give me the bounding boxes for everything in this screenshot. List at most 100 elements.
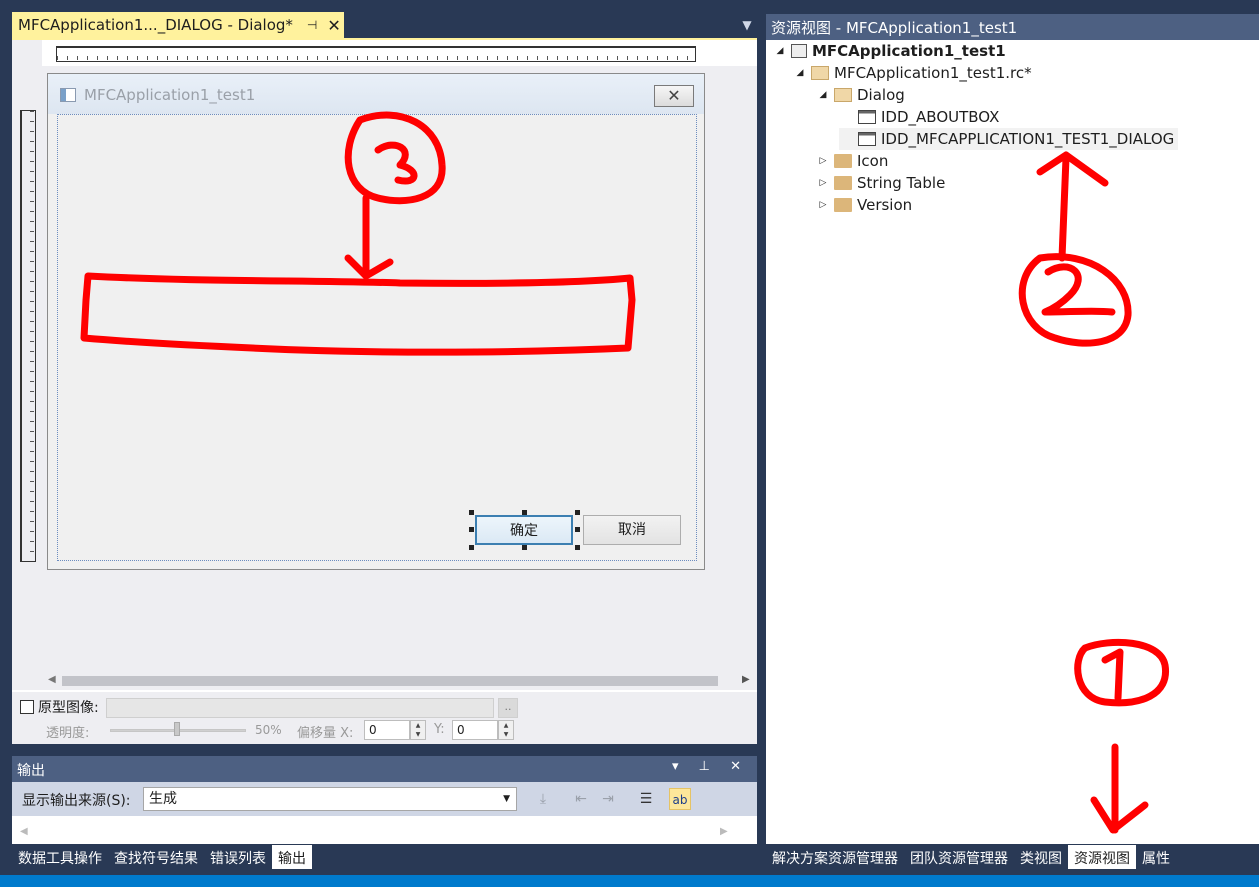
tree-item-main-dialog[interactable]: IDD_MFCAPPLICATION1_TEST1_DIALOG [839, 128, 1179, 150]
opacity-value: 50% [255, 723, 282, 737]
tree-item-icon-folder[interactable]: ▷ Icon [815, 150, 889, 172]
tree-item-string-table[interactable]: ▷ String Table [815, 172, 946, 194]
horizontal-scrollbar[interactable]: ◀ ▶ [42, 672, 757, 690]
bottom-tool-tabs: 数据工具操作 查找符号结果 错误列表 输出 [12, 845, 757, 869]
tree-item-label: MFCApplication1_test1 [812, 42, 1006, 60]
scrollbar-thumb[interactable] [62, 676, 718, 686]
output-toolbar: 显示输出来源(S): 生成 ▼ ⤓ ⇤ ⇥ ☰ ab [12, 782, 757, 816]
document-tab-dialog[interactable]: MFCApplication1..._DIALOG - Dialog* ⊣ ✕ [12, 12, 344, 38]
prototype-image-bar: 原型图像: .. 透明度: 50% 偏移量 X: 0 ▲ ▼ Y: 0 ▲ ▼ [12, 692, 757, 744]
pin-icon[interactable]: ⊣ [307, 18, 317, 32]
expanded-icon[interactable]: ◢ [792, 68, 808, 78]
cancel-button[interactable]: 取消 [583, 515, 681, 545]
tab-error-list[interactable]: 错误列表 [204, 845, 272, 869]
scroll-left-icon[interactable]: ◀ [20, 826, 28, 837]
tab-properties[interactable]: 属性 [1136, 845, 1176, 869]
tab-data-tools[interactable]: 数据工具操作 [12, 845, 108, 869]
chevron-down-icon[interactable]: ▼ [503, 788, 510, 810]
panel-window-icons[interactable]: ▾ ⊥ ✕ [672, 759, 749, 774]
prototype-image-path-input[interactable] [106, 698, 494, 718]
dialog-title-bar: MFCApplication1_test1 ✕ [48, 74, 704, 114]
word-wrap-icon[interactable]: ab [669, 788, 691, 810]
resource-view-tree: ◢ MFCApplication1_test1 ◢ MFCApplication… [766, 40, 1259, 844]
tab-output[interactable]: 输出 [272, 845, 312, 869]
offset-y-stepper[interactable]: ▲ ▼ [498, 720, 514, 740]
dialog-resource-icon [858, 132, 876, 146]
selection-handle[interactable] [522, 545, 527, 550]
status-bar [0, 875, 1259, 887]
clear-all-icon[interactable]: ☰ [635, 788, 657, 810]
tree-item-rc-file[interactable]: ◢ MFCApplication1_test1.rc* [792, 62, 1032, 84]
collapsed-icon[interactable]: ▷ [815, 156, 831, 166]
offset-y-label: Y: [434, 722, 445, 737]
opacity-label: 透明度: [46, 726, 90, 741]
tree-item-aboutbox[interactable]: IDD_ABOUTBOX [839, 106, 999, 128]
output-panel-title: 输出 [17, 763, 45, 779]
folder-icon [834, 154, 852, 168]
window-icon [60, 88, 76, 102]
selection-handle[interactable] [522, 510, 527, 515]
vertical-ruler [20, 110, 36, 562]
offset-y-input[interactable]: 0 [452, 720, 498, 740]
expanded-icon[interactable]: ◢ [815, 90, 831, 100]
prototype-image-checkbox[interactable] [20, 700, 34, 714]
output-panel: 显示输出来源(S): 生成 ▼ ⤓ ⇤ ⇥ ☰ ab ◀ ▶ [12, 782, 757, 844]
selection-handle[interactable] [469, 527, 474, 532]
project-icon [791, 44, 807, 58]
folder-open-icon [811, 66, 829, 80]
scroll-right-icon[interactable]: ▶ [720, 826, 728, 837]
selection-handle[interactable] [575, 545, 580, 550]
output-source-select[interactable]: 生成 ▼ [143, 787, 517, 811]
dialog-title: MFCApplication1_test1 [84, 86, 256, 104]
resource-view-header: 资源视图 - MFCApplication1_test1 [766, 14, 1259, 40]
tree-item-version[interactable]: ▷ Version [815, 194, 913, 216]
tree-item-project[interactable]: ◢ MFCApplication1_test1 [772, 40, 1006, 62]
scroll-left-icon[interactable]: ◀ [48, 674, 56, 685]
tree-item-label: IDD_MFCAPPLICATION1_TEST1_DIALOG [881, 130, 1175, 148]
next-message-icon[interactable]: ⇥ [597, 788, 619, 810]
tab-team-explorer[interactable]: 团队资源管理器 [904, 845, 1014, 869]
tree-item-label: IDD_ABOUTBOX [881, 108, 1000, 126]
output-source-value: 生成 [149, 791, 177, 807]
close-icon[interactable]: ✕ [327, 16, 340, 35]
dialog-preview[interactable]: MFCApplication1_test1 ✕ 确定 取消 [47, 73, 705, 570]
tree-item-dialog-folder[interactable]: ◢ Dialog [815, 84, 905, 106]
right-panel-tabs: 解决方案资源管理器 团队资源管理器 类视图 资源视图 属性 [766, 845, 1259, 869]
tab-find-symbol-results[interactable]: 查找符号结果 [108, 845, 204, 869]
prototype-image-label: 原型图像: [38, 700, 99, 716]
output-source-label: 显示输出来源(S): [22, 793, 131, 809]
offset-x-label: 偏移量 X: [297, 726, 354, 741]
expanded-icon[interactable]: ◢ [772, 46, 788, 56]
collapsed-icon[interactable]: ▷ [815, 200, 831, 210]
dialog-resource-icon [858, 110, 876, 124]
goto-line-icon[interactable]: ⤓ [532, 788, 554, 810]
tree-item-label: Version [857, 196, 913, 214]
tab-class-view[interactable]: 类视图 [1014, 845, 1068, 869]
output-horizontal-scrollbar[interactable]: ◀ ▶ [12, 822, 757, 842]
tree-item-label: Icon [857, 152, 889, 170]
previous-message-icon[interactable]: ⇤ [570, 788, 592, 810]
folder-icon [834, 198, 852, 212]
browse-button[interactable]: .. [498, 698, 518, 718]
tab-resource-view[interactable]: 资源视图 [1068, 845, 1136, 869]
scroll-right-icon[interactable]: ▶ [742, 674, 750, 685]
opacity-slider-thumb[interactable] [174, 722, 180, 736]
collapsed-icon[interactable]: ▷ [815, 178, 831, 188]
ok-button[interactable]: 确定 [475, 515, 573, 545]
selection-handle[interactable] [469, 545, 474, 550]
selection-handle[interactable] [575, 510, 580, 515]
tree-item-label: String Table [857, 174, 946, 192]
folder-icon [834, 176, 852, 190]
chevron-down-icon[interactable]: ▼ [740, 18, 754, 32]
selection-handle[interactable] [469, 510, 474, 515]
offset-x-stepper[interactable]: ▲ ▼ [410, 720, 426, 740]
tab-solution-explorer[interactable]: 解决方案资源管理器 [766, 845, 904, 869]
offset-x-input[interactable]: 0 [364, 720, 410, 740]
dialog-client-area[interactable] [57, 114, 697, 561]
dialog-close-button[interactable]: ✕ [654, 85, 694, 107]
horizontal-ruler [56, 46, 696, 62]
document-tab-title: MFCApplication1..._DIALOG - Dialog* [18, 16, 293, 34]
selection-handle[interactable] [575, 527, 580, 532]
tree-item-label: Dialog [857, 86, 905, 104]
output-panel-header: 输出 ▾ ⊥ ✕ [12, 756, 757, 782]
